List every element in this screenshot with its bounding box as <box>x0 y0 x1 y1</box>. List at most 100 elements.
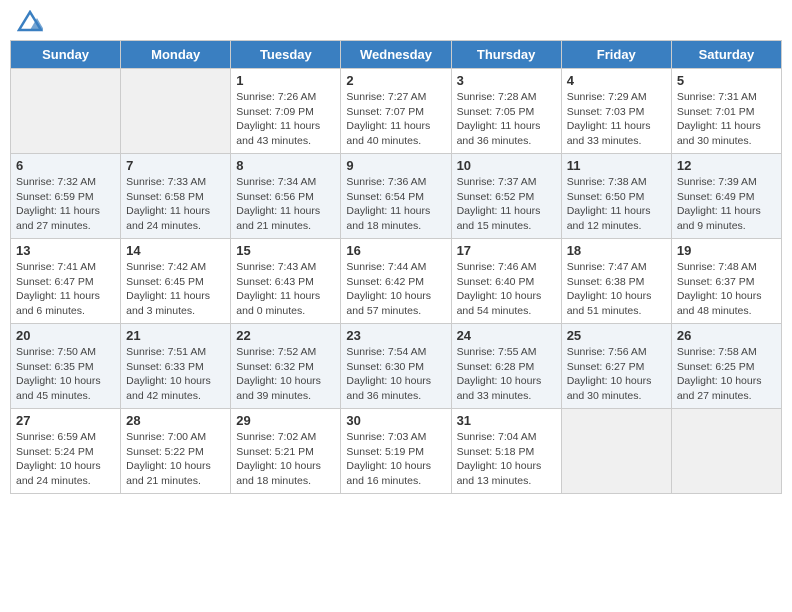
calendar-cell: 13 Sunrise: 7:41 AM Sunset: 6:47 PM Dayli… <box>11 239 121 324</box>
logo <box>14 10 43 32</box>
calendar-cell <box>561 409 671 494</box>
cell-info: Sunrise: 7:39 AM Sunset: 6:49 PM Dayligh… <box>677 175 776 234</box>
cell-info: Sunrise: 7:46 AM Sunset: 6:40 PM Dayligh… <box>457 260 556 319</box>
day-number: 13 <box>16 243 115 258</box>
cell-info: Sunrise: 7:38 AM Sunset: 6:50 PM Dayligh… <box>567 175 666 234</box>
calendar-cell: 22 Sunrise: 7:52 AM Sunset: 6:32 PM Dayli… <box>231 324 341 409</box>
cell-info: Sunrise: 7:47 AM Sunset: 6:38 PM Dayligh… <box>567 260 666 319</box>
day-number: 24 <box>457 328 556 343</box>
calendar-cell: 10 Sunrise: 7:37 AM Sunset: 6:52 PM Dayli… <box>451 154 561 239</box>
cell-info: Sunrise: 6:59 AM Sunset: 5:24 PM Dayligh… <box>16 430 115 489</box>
calendar-cell: 9Sunrise: 7:36 AM Sunset: 6:54 PM Daylig… <box>341 154 451 239</box>
calendar-week-row: 6 Sunrise: 7:32 AM Sunset: 6:59 PM Daylig… <box>11 154 782 239</box>
day-of-week-header: Sunday <box>11 41 121 69</box>
calendar-cell: 5 Sunrise: 7:31 AM Sunset: 7:01 PM Daylig… <box>671 69 781 154</box>
day-number: 28 <box>126 413 225 428</box>
day-number: 18 <box>567 243 666 258</box>
cell-info: Sunrise: 7:52 AM Sunset: 6:32 PM Dayligh… <box>236 345 335 404</box>
cell-info: Sunrise: 7:55 AM Sunset: 6:28 PM Dayligh… <box>457 345 556 404</box>
cell-info: Sunrise: 7:00 AM Sunset: 5:22 PM Dayligh… <box>126 430 225 489</box>
cell-info: Sunrise: 7:51 AM Sunset: 6:33 PM Dayligh… <box>126 345 225 404</box>
calendar-cell <box>671 409 781 494</box>
day-of-week-header: Wednesday <box>341 41 451 69</box>
day-number: 14 <box>126 243 225 258</box>
cell-info: Sunrise: 7:03 AM Sunset: 5:19 PM Dayligh… <box>346 430 445 489</box>
calendar-cell <box>11 69 121 154</box>
cell-info: Sunrise: 7:29 AM Sunset: 7:03 PM Dayligh… <box>567 90 666 149</box>
calendar-cell: 30 Sunrise: 7:03 AM Sunset: 5:19 PM Dayli… <box>341 409 451 494</box>
day-number: 29 <box>236 413 335 428</box>
day-of-week-header: Friday <box>561 41 671 69</box>
day-number: 16 <box>346 243 445 258</box>
calendar-header-row: SundayMondayTuesdayWednesdayThursdayFrid… <box>11 41 782 69</box>
day-number: 3 <box>457 73 556 88</box>
cell-info: Sunrise: 7:37 AM Sunset: 6:52 PM Dayligh… <box>457 175 556 234</box>
cell-info: Sunrise: 7:27 AM Sunset: 7:07 PM Dayligh… <box>346 90 445 149</box>
calendar-cell: 24 Sunrise: 7:55 AM Sunset: 6:28 PM Dayli… <box>451 324 561 409</box>
day-number: 15 <box>236 243 335 258</box>
calendar-cell: 29Sunrise: 7:02 AM Sunset: 5:21 PM Dayli… <box>231 409 341 494</box>
day-number: 19 <box>677 243 776 258</box>
day-number: 8 <box>236 158 335 173</box>
day-of-week-header: Saturday <box>671 41 781 69</box>
day-number: 30 <box>346 413 445 428</box>
cell-info: Sunrise: 7:04 AM Sunset: 5:18 PM Dayligh… <box>457 430 556 489</box>
cell-info: Sunrise: 7:28 AM Sunset: 7:05 PM Dayligh… <box>457 90 556 149</box>
cell-info: Sunrise: 7:50 AM Sunset: 6:35 PM Dayligh… <box>16 345 115 404</box>
cell-info: Sunrise: 7:43 AM Sunset: 6:43 PM Dayligh… <box>236 260 335 319</box>
calendar-cell: 27 Sunrise: 6:59 AM Sunset: 5:24 PM Dayli… <box>11 409 121 494</box>
calendar-cell: 25 Sunrise: 7:56 AM Sunset: 6:27 PM Dayli… <box>561 324 671 409</box>
day-number: 22 <box>236 328 335 343</box>
day-number: 25 <box>567 328 666 343</box>
calendar-cell: 17Sunrise: 7:46 AM Sunset: 6:40 PM Dayli… <box>451 239 561 324</box>
day-number: 20 <box>16 328 115 343</box>
cell-info: Sunrise: 7:54 AM Sunset: 6:30 PM Dayligh… <box>346 345 445 404</box>
cell-info: Sunrise: 7:26 AM Sunset: 7:09 PM Dayligh… <box>236 90 335 149</box>
day-number: 7 <box>126 158 225 173</box>
calendar-cell: 1 Sunrise: 7:26 AM Sunset: 7:09 PM Daylig… <box>231 69 341 154</box>
cell-info: Sunrise: 7:44 AM Sunset: 6:42 PM Dayligh… <box>346 260 445 319</box>
calendar-cell: 23 Sunrise: 7:54 AM Sunset: 6:30 PM Dayli… <box>341 324 451 409</box>
calendar-cell: 12Sunrise: 7:39 AM Sunset: 6:49 PM Dayli… <box>671 154 781 239</box>
calendar-cell: 16 Sunrise: 7:44 AM Sunset: 6:42 PM Dayli… <box>341 239 451 324</box>
cell-info: Sunrise: 7:31 AM Sunset: 7:01 PM Dayligh… <box>677 90 776 149</box>
cell-info: Sunrise: 7:58 AM Sunset: 6:25 PM Dayligh… <box>677 345 776 404</box>
calendar-cell: 14 Sunrise: 7:42 AM Sunset: 6:45 PM Dayli… <box>121 239 231 324</box>
day-number: 27 <box>16 413 115 428</box>
day-number: 5 <box>677 73 776 88</box>
calendar-cell: 11Sunrise: 7:38 AM Sunset: 6:50 PM Dayli… <box>561 154 671 239</box>
calendar-cell: 8 Sunrise: 7:34 AM Sunset: 6:56 PM Daylig… <box>231 154 341 239</box>
calendar-cell: 26Sunrise: 7:58 AM Sunset: 6:25 PM Dayli… <box>671 324 781 409</box>
cell-info: Sunrise: 7:33 AM Sunset: 6:58 PM Dayligh… <box>126 175 225 234</box>
day-number: 1 <box>236 73 335 88</box>
calendar-cell: 18 Sunrise: 7:47 AM Sunset: 6:38 PM Dayli… <box>561 239 671 324</box>
page-header <box>10 10 782 32</box>
calendar-cell: 20 Sunrise: 7:50 AM Sunset: 6:35 PM Dayli… <box>11 324 121 409</box>
calendar-cell: 6 Sunrise: 7:32 AM Sunset: 6:59 PM Daylig… <box>11 154 121 239</box>
calendar-cell: 15 Sunrise: 7:43 AM Sunset: 6:43 PM Dayli… <box>231 239 341 324</box>
calendar-cell: 21 Sunrise: 7:51 AM Sunset: 6:33 PM Dayli… <box>121 324 231 409</box>
cell-info: Sunrise: 7:41 AM Sunset: 6:47 PM Dayligh… <box>16 260 115 319</box>
cell-info: Sunrise: 7:48 AM Sunset: 6:37 PM Dayligh… <box>677 260 776 319</box>
calendar-cell: 7 Sunrise: 7:33 AM Sunset: 6:58 PM Daylig… <box>121 154 231 239</box>
cell-info: Sunrise: 7:32 AM Sunset: 6:59 PM Dayligh… <box>16 175 115 234</box>
day-of-week-header: Monday <box>121 41 231 69</box>
logo-icon <box>17 10 43 32</box>
day-number: 21 <box>126 328 225 343</box>
cell-info: Sunrise: 7:34 AM Sunset: 6:56 PM Dayligh… <box>236 175 335 234</box>
day-number: 10 <box>457 158 556 173</box>
calendar-week-row: 13 Sunrise: 7:41 AM Sunset: 6:47 PM Dayli… <box>11 239 782 324</box>
cell-info: Sunrise: 7:42 AM Sunset: 6:45 PM Dayligh… <box>126 260 225 319</box>
calendar-cell <box>121 69 231 154</box>
cell-info: Sunrise: 7:56 AM Sunset: 6:27 PM Dayligh… <box>567 345 666 404</box>
day-number: 2 <box>346 73 445 88</box>
calendar-week-row: 20 Sunrise: 7:50 AM Sunset: 6:35 PM Dayli… <box>11 324 782 409</box>
calendar-cell: 3 Sunrise: 7:28 AM Sunset: 7:05 PM Daylig… <box>451 69 561 154</box>
calendar-table: SundayMondayTuesdayWednesdayThursdayFrid… <box>10 40 782 494</box>
day-number: 9 <box>346 158 445 173</box>
day-number: 6 <box>16 158 115 173</box>
calendar-cell: 31 Sunrise: 7:04 AM Sunset: 5:18 PM Dayli… <box>451 409 561 494</box>
day-number: 23 <box>346 328 445 343</box>
day-number: 31 <box>457 413 556 428</box>
calendar-cell: 4Sunrise: 7:29 AM Sunset: 7:03 PM Daylig… <box>561 69 671 154</box>
